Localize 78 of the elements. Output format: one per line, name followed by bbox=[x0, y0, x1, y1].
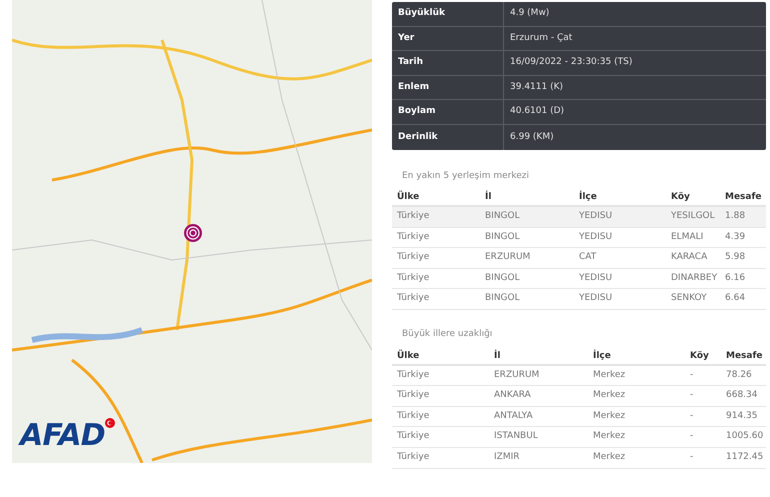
column-header: İl bbox=[485, 191, 492, 204]
table-cell-text: 914.35 bbox=[726, 410, 758, 423]
column-header: Ülke bbox=[397, 350, 420, 363]
table-cell-text: BINGOL bbox=[485, 272, 521, 285]
detail-value: 39.4111 (K) bbox=[509, 80, 564, 94]
column-header: Ülke bbox=[397, 191, 420, 204]
table-cell-text: 1005.60 bbox=[726, 430, 764, 444]
table-cell-text: YEDISU bbox=[579, 292, 614, 306]
table-cell-text: YEDISU bbox=[579, 230, 614, 244]
table-cell-text: ELMALI bbox=[671, 230, 704, 244]
table-cell-text: - bbox=[690, 368, 694, 382]
detail-value: 4.9 (Mw) bbox=[509, 7, 550, 20]
table-cell-text: - bbox=[690, 450, 694, 464]
table-cell-text: Türkiye bbox=[397, 230, 430, 244]
table-cell-text: Merkez bbox=[593, 430, 626, 444]
table-cell-text: Türkiye bbox=[397, 410, 430, 423]
detail-value: Erzurum - Çat bbox=[509, 32, 574, 45]
table-cell-text: Türkiye bbox=[397, 272, 430, 285]
table-cell-text: Türkiye bbox=[397, 389, 430, 402]
column-header: İlçe bbox=[579, 191, 598, 204]
table-cell-text: Merkez bbox=[593, 368, 626, 382]
detail-label: Boylam bbox=[392, 100, 504, 124]
table-cell-text: Türkiye bbox=[397, 292, 430, 306]
column-header: Mesafe bbox=[726, 350, 763, 363]
table-cell-text: DINARBEY bbox=[671, 272, 718, 285]
afad-logo: AFAD bbox=[20, 420, 105, 452]
column-header: Köy bbox=[671, 191, 691, 204]
table-cell-text: ISTANBUL bbox=[494, 430, 539, 444]
table-cell-text: YESILGOL bbox=[671, 210, 716, 224]
table-cell-text: 78.26 bbox=[726, 368, 753, 382]
table-cell-text: 4.39 bbox=[725, 230, 746, 244]
column-header: Köy bbox=[690, 350, 710, 363]
epicenter-marker-icon bbox=[183, 223, 203, 243]
column-header: İl bbox=[494, 350, 502, 363]
table-cell-text: ERZURUM bbox=[494, 368, 540, 382]
map-view[interactable]: AFAD bbox=[12, 0, 372, 463]
table-cell-text: Türkiye bbox=[397, 450, 430, 464]
detail-value: 16/09/2022 - 23:30:35 (TS) bbox=[509, 56, 634, 70]
table-title: En yakın 5 yerleşim merkezi bbox=[402, 170, 530, 181]
table-cell-text: - bbox=[690, 410, 694, 423]
table-cell-text: ANTALYA bbox=[494, 410, 534, 423]
table-title: Büyük illere uzaklığı bbox=[402, 329, 492, 340]
table-cell-text: BINGOL bbox=[485, 292, 521, 306]
table-cell-text: KARACA bbox=[671, 251, 708, 264]
table-cell-text: Merkez bbox=[593, 450, 626, 464]
table-cell-text: ERZURUM bbox=[485, 251, 532, 264]
table-cell-text: 1172.45 bbox=[726, 450, 764, 464]
table-cell-text: 668.34 bbox=[726, 389, 758, 402]
table-cell-text: - bbox=[690, 430, 694, 444]
detail-label: Yer bbox=[392, 26, 504, 50]
table-cell-text: YEDISU bbox=[579, 272, 614, 285]
table-cell-text: Türkiye bbox=[397, 368, 430, 382]
table-cell-text: BINGOL bbox=[485, 210, 521, 224]
flag-icon bbox=[104, 418, 115, 428]
table-cell-text: 5.98 bbox=[725, 251, 746, 264]
column-header: İlçe bbox=[593, 350, 612, 363]
table-cell-text: - bbox=[690, 389, 694, 402]
table-cell-text: YEDISU bbox=[579, 210, 614, 224]
table-cell-text: BINGOL bbox=[485, 230, 521, 244]
table-cell-text: 6.64 bbox=[725, 292, 746, 306]
table-cell-text: IZMIR bbox=[494, 450, 520, 464]
table-cell-text: Türkiye bbox=[397, 210, 430, 224]
detail-label: Enlem bbox=[392, 76, 504, 100]
table-cell-text: Merkez bbox=[593, 410, 626, 423]
detail-label: Büyüklük bbox=[392, 2, 504, 26]
detail-label: Derinlik bbox=[392, 124, 504, 150]
table-cell-text: Türkiye bbox=[397, 430, 430, 444]
column-header: Mesafe bbox=[725, 191, 762, 204]
detail-value: 40.6101 (D) bbox=[509, 105, 566, 118]
table-cell-text: SENKOY bbox=[671, 292, 708, 306]
table-cell-text: ANKARA bbox=[494, 389, 532, 402]
detail-value: 6.99 (KM) bbox=[509, 130, 555, 144]
table-cell-text: CAT bbox=[579, 251, 598, 264]
table-cell-text: Türkiye bbox=[397, 251, 430, 264]
table-cell-text: 1.88 bbox=[725, 210, 746, 224]
table-cell-text: Merkez bbox=[593, 389, 626, 402]
table-cell-text: 6.16 bbox=[725, 272, 746, 285]
detail-label: Tarih bbox=[392, 51, 504, 75]
